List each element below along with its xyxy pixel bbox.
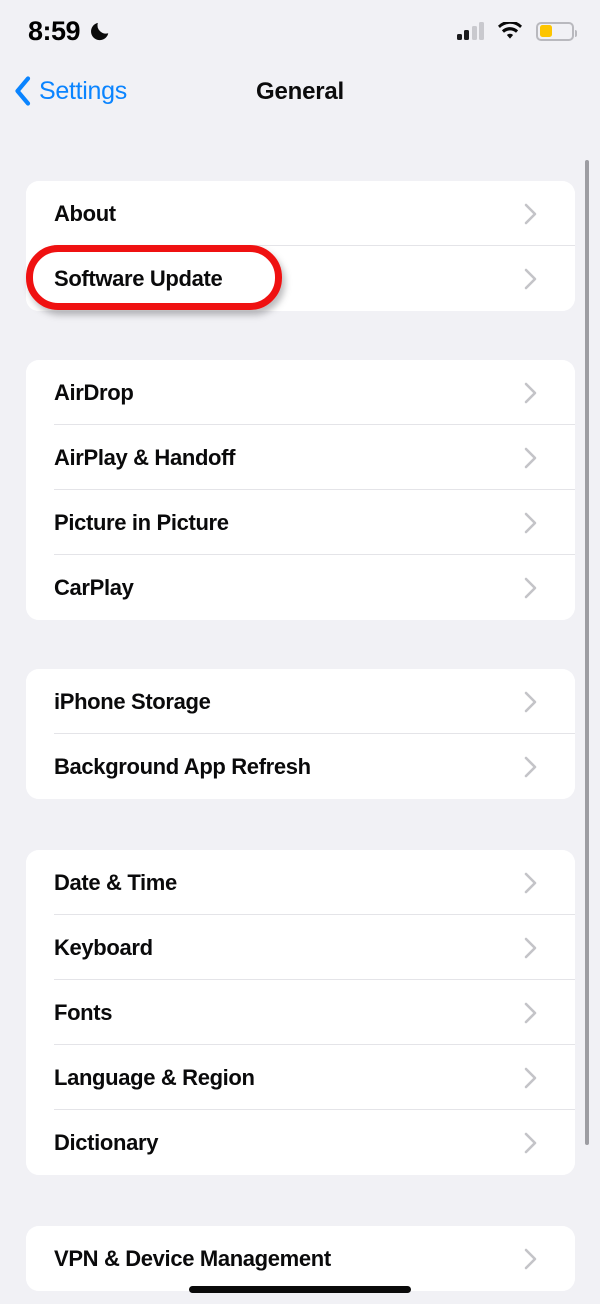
settings-list[interactable]: About Software Update AirDrop AirPlay & …	[0, 137, 600, 1304]
settings-row-airplay-handoff[interactable]: AirPlay & Handoff	[26, 425, 575, 490]
settings-row-label: About	[54, 200, 116, 226]
settings-row-label: AirPlay & Handoff	[54, 444, 236, 470]
settings-row-keyboard[interactable]: Keyboard	[26, 915, 575, 980]
settings-group-sharing: AirDrop AirPlay & Handoff Picture in Pic…	[26, 360, 575, 620]
status-bar-right	[456, 21, 577, 41]
settings-row-label: VPN & Device Management	[54, 1245, 331, 1271]
home-indicator	[189, 1286, 411, 1293]
navigation-bar: Settings General	[0, 62, 600, 137]
chevron-right-icon	[524, 512, 537, 534]
settings-row-label: Keyboard	[54, 934, 153, 960]
settings-row-airdrop[interactable]: AirDrop	[26, 360, 575, 425]
settings-row-label: iPhone Storage	[54, 688, 211, 714]
settings-row-iphone-storage[interactable]: iPhone Storage	[26, 669, 575, 734]
chevron-right-icon	[524, 1132, 537, 1154]
settings-row-software-update[interactable]: Software Update	[26, 246, 575, 311]
settings-group-system: About Software Update	[26, 181, 575, 311]
status-bar: 8:59	[0, 0, 600, 62]
wifi-icon	[497, 21, 523, 41]
status-bar-left: 8:59	[28, 15, 111, 46]
settings-row-label: Background App Refresh	[54, 753, 311, 779]
page-title: General	[256, 78, 344, 105]
settings-row-label: AirDrop	[54, 379, 134, 405]
battery-icon	[536, 21, 577, 41]
chevron-right-icon	[524, 691, 537, 713]
settings-row-label: Date & Time	[54, 869, 177, 895]
chevron-right-icon	[524, 203, 537, 225]
settings-row-label: CarPlay	[54, 574, 134, 600]
settings-row-dictionary[interactable]: Dictionary	[26, 1110, 575, 1175]
settings-row-label: Picture in Picture	[54, 509, 229, 535]
settings-group-localization: Date & Time Keyboard Fonts Language & Re…	[26, 850, 575, 1175]
settings-row-fonts[interactable]: Fonts	[26, 980, 575, 1045]
chevron-right-icon	[524, 1002, 537, 1024]
settings-row-carplay[interactable]: CarPlay	[26, 555, 575, 620]
battery-fill	[539, 25, 552, 37]
chevron-right-icon	[524, 447, 537, 469]
settings-row-label: Language & Region	[54, 1064, 255, 1090]
settings-row-language-region[interactable]: Language & Region	[26, 1045, 575, 1110]
chevron-right-icon	[524, 937, 537, 959]
settings-row-picture-in-picture[interactable]: Picture in Picture	[26, 490, 575, 555]
chevron-right-icon	[524, 268, 537, 290]
chevron-right-icon	[524, 1248, 537, 1270]
settings-row-label: Software Update	[54, 265, 223, 291]
chevron-right-icon	[524, 1067, 537, 1089]
chevron-right-icon	[524, 382, 537, 404]
chevron-right-icon	[524, 756, 537, 778]
status-bar-clock: 8:59	[28, 15, 81, 46]
scrollbar-thumb[interactable]	[585, 160, 589, 1145]
settings-row-vpn-device-management[interactable]: VPN & Device Management	[26, 1226, 575, 1291]
settings-group-storage: iPhone Storage Background App Refresh	[26, 669, 575, 799]
chevron-right-icon	[524, 872, 537, 894]
settings-group-management: VPN & Device Management	[26, 1226, 575, 1291]
settings-row-label: Fonts	[54, 999, 113, 1025]
crescent-moon-icon	[89, 20, 111, 42]
settings-row-about[interactable]: About	[26, 181, 575, 246]
settings-row-date-time[interactable]: Date & Time	[26, 850, 575, 915]
settings-row-label: Dictionary	[54, 1129, 159, 1155]
cellular-signal-icon	[456, 22, 484, 40]
settings-row-background-app-refresh[interactable]: Background App Refresh	[26, 734, 575, 799]
chevron-right-icon	[524, 577, 537, 599]
